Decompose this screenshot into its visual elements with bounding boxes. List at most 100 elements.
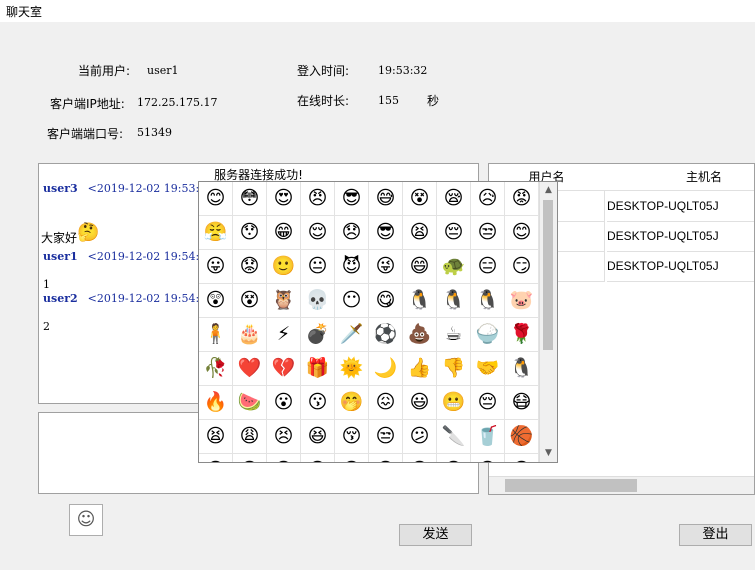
emoji-cell[interactable]: 😊 [505,216,539,250]
emoji-cell[interactable]: 🐧 [505,352,539,386]
scroll-up-icon[interactable]: ▲ [540,182,557,199]
scrollbar-thumb[interactable] [543,200,553,350]
emoji-cell[interactable]: 😐 [233,454,267,462]
emoji-cell[interactable]: 🐧 [403,284,437,318]
emoji-cell[interactable]: 🌞 [335,352,369,386]
emoji-cell[interactable]: 😡 [505,182,539,216]
emoji-cell[interactable]: 😎 [335,182,369,216]
emoji-cell[interactable]: 😩 [233,420,267,454]
emoji-cell[interactable]: 🐧 [471,284,505,318]
emoji-cell[interactable]: 🔥 [199,386,233,420]
emoji-cell[interactable]: 😥 [471,182,505,216]
emoji-cell[interactable]: 🐧 [437,284,471,318]
emoji-cell[interactable]: 🐢 [437,250,471,284]
emoji-cell[interactable]: ☕ [437,318,471,352]
emoji-cell[interactable]: 😆 [301,420,335,454]
emoji-cell[interactable]: 😕 [403,420,437,454]
emoji-cell[interactable]: 😊 [199,182,233,216]
emoji-cell[interactable]: ⚽ [369,318,403,352]
emoji-cell[interactable]: 😖 [369,386,403,420]
emoji-cell[interactable]: 🙂 [267,250,301,284]
emoji-cell[interactable]: 🍚 [471,318,505,352]
emoji-cell[interactable]: 😐 [505,454,539,462]
scrollbar-thumb[interactable] [505,479,637,492]
emoji-cell[interactable]: 😔 [471,386,505,420]
emoji-cell[interactable]: 😍 [267,182,301,216]
emoji-cell[interactable]: 😎 [369,216,403,250]
emoji-cell[interactable]: 👍 [403,352,437,386]
emoji-cell[interactable]: 😐 [403,454,437,462]
emoji-cell[interactable]: 😮 [267,386,301,420]
emoji-cell[interactable]: 🧍 [199,318,233,352]
scroll-down-icon[interactable]: ▼ [540,445,557,462]
emoji-cell[interactable]: 😜 [369,250,403,284]
emoji-button[interactable]: ☺ [69,504,103,536]
emoji-cell[interactable]: 😐 [301,454,335,462]
emoji-cell[interactable]: 💩 [403,318,437,352]
emoji-cell[interactable]: 😈 [335,250,369,284]
emoji-cell[interactable]: 😚 [335,420,369,454]
emoji-cell[interactable]: 👎 [437,352,471,386]
table-cell-hostname[interactable]: DESKTOP-UQLT05J [607,191,754,222]
emoji-cell[interactable]: 😳 [233,182,267,216]
emoji-cell[interactable]: 😪 [437,182,471,216]
emoji-cell[interactable]: 🍉 [233,386,267,420]
emoji-cell[interactable]: 😲 [199,284,233,318]
emoji-cell[interactable]: 🤭 [335,386,369,420]
vertical-scrollbar[interactable]: ▲ ▼ [539,182,557,462]
send-button[interactable]: 发送 [399,524,472,546]
emoji-cell[interactable]: 🎁 [301,352,335,386]
emoji-cell[interactable]: 😌 [301,216,335,250]
emoji-cell[interactable]: 😷 [505,386,539,420]
emoji-cell[interactable]: 😯 [233,216,267,250]
emoji-cell[interactable]: ⚡ [267,318,301,352]
emoji-cell[interactable]: 🏀 [505,420,539,454]
emoji-cell[interactable]: 😑 [471,250,505,284]
emoji-cell[interactable]: 😋 [369,284,403,318]
emoji-cell[interactable]: 😠 [301,182,335,216]
emoji-cell[interactable]: 😞 [335,216,369,250]
emoji-cell[interactable]: 😟 [233,250,267,284]
emoji-cell[interactable]: 🤝 [471,352,505,386]
emoji-cell[interactable]: 🥤 [471,420,505,454]
emoji-cell[interactable]: 💣 [301,318,335,352]
emoji-cell[interactable]: 💔 [267,352,301,386]
emoji-cell[interactable]: 😔 [437,216,471,250]
emoji-cell[interactable]: 😫 [403,216,437,250]
table-cell-hostname[interactable]: DESKTOP-UQLT05J [607,251,754,282]
emoji-cell[interactable]: 🌙 [369,352,403,386]
emoji-cell[interactable]: 😬 [437,386,471,420]
emoji-cell[interactable]: 😶 [335,284,369,318]
emoji-cell[interactable]: 😐 [301,250,335,284]
emoji-cell[interactable]: ❤️ [233,352,267,386]
emoji-cell[interactable]: 😵 [403,182,437,216]
emoji-cell[interactable]: 😐 [437,454,471,462]
emoji-cell[interactable]: 😃 [403,386,437,420]
emoji-cell[interactable]: 😵 [233,284,267,318]
emoji-cell[interactable]: 😫 [199,420,233,454]
emoji-cell[interactable]: 🦉 [267,284,301,318]
emoji-cell[interactable]: 😣 [267,420,301,454]
column-header-hostname[interactable]: 主机名 [604,164,754,191]
emoji-picker[interactable]: 😊 😳 😍 😠 😎 😅 😵 😪 😥 😡 😤 😯 😁 😌 😞 😎 😫 😔 😒 😊 😛 😟 🙂 😐 😈 😜 😄 🐢 😑 😏 😲 😵 🦉 💀 😶 😋 🐧 🐧 🐧 🐷… [198,181,558,463]
table-cell-hostname[interactable]: DESKTOP-UQLT05J [607,221,754,252]
emoji-cell[interactable]: 🥀 [199,352,233,386]
emoji-cell[interactable]: 😒 [369,420,403,454]
emoji-cell[interactable]: 😄 [403,250,437,284]
emoji-cell[interactable]: 🐷 [505,284,539,318]
emoji-cell[interactable]: 😒 [471,216,505,250]
emoji-cell[interactable]: 🔪 [437,420,471,454]
emoji-cell[interactable]: 🌹 [505,318,539,352]
emoji-cell[interactable]: 😛 [199,250,233,284]
emoji-cell[interactable]: 🎂 [233,318,267,352]
emoji-cell[interactable]: 😐 [335,454,369,462]
emoji-cell[interactable]: 😐 [267,454,301,462]
logout-button[interactable]: 登出 [679,524,752,546]
emoji-cell[interactable]: 😁 [267,216,301,250]
emoji-cell[interactable]: 😐 [471,454,505,462]
emoji-cell[interactable]: 😐 [199,454,233,462]
emoji-cell[interactable]: 😤 [199,216,233,250]
emoji-cell[interactable]: 😐 [369,454,403,462]
emoji-cell[interactable]: 🗡️ [335,318,369,352]
emoji-cell[interactable]: 😅 [369,182,403,216]
